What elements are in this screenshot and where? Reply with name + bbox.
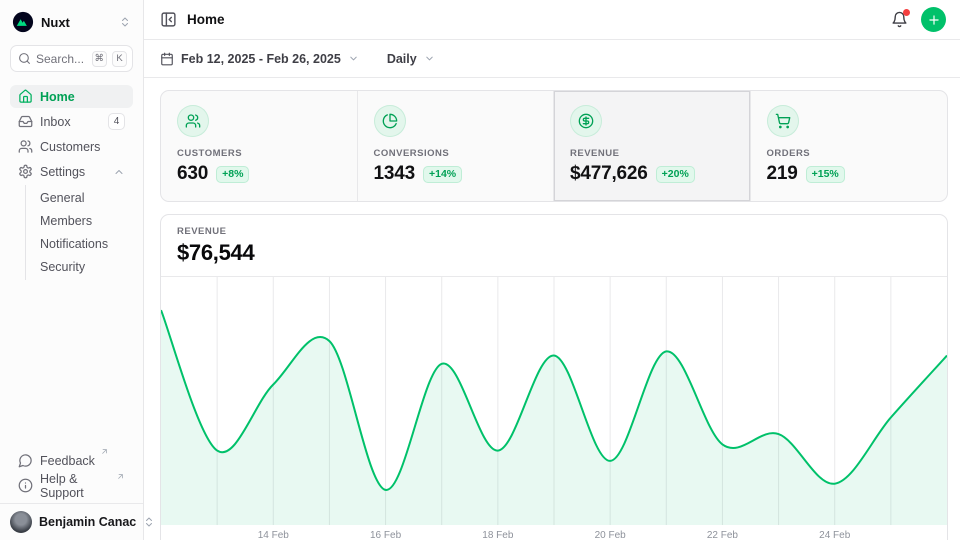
info-circle-icon: [18, 478, 33, 493]
sidebar-item-customers[interactable]: Customers: [10, 135, 133, 158]
page-title: Home: [187, 12, 225, 27]
x-axis-label: 18 Feb: [482, 530, 513, 540]
stat-value: 219: [767, 163, 798, 185]
sidebar-item-members[interactable]: Members: [26, 210, 133, 232]
chart-title: REVENUE: [177, 226, 931, 237]
chevron-down-icon: [348, 53, 359, 64]
chart-x-axis: 14 Feb 16 Feb 18 Feb 20 Feb 22 Feb 24 Feb: [161, 525, 947, 540]
settings-submenu: General Members Notifications Security: [25, 185, 133, 280]
home-icon: [18, 89, 33, 104]
x-axis-label: 16 Feb: [370, 530, 401, 540]
workspace-name: Nuxt: [41, 15, 70, 30]
date-range-value: Feb 12, 2025 - Feb 26, 2025: [181, 52, 341, 66]
sidebar-item-label: Settings: [40, 165, 85, 179]
kbd-cmd: ⌘: [92, 51, 108, 67]
x-axis-label: 14 Feb: [258, 530, 289, 540]
kbd-k: K: [112, 51, 127, 67]
sidebar-item-label: Inbox: [40, 115, 71, 129]
period-select[interactable]: Daily: [387, 52, 435, 66]
sidebar-item-feedback[interactable]: Feedback: [10, 449, 133, 472]
stat-delta-badge: +20%: [656, 166, 695, 183]
dashboard-content: CUSTOMERS 630 +8% CONVERSIONS 1343 +14%: [144, 78, 960, 540]
stat-value: $477,626: [570, 163, 648, 185]
shopping-cart-icon: [767, 105, 799, 137]
sidebar-item-settings[interactable]: Settings: [10, 160, 133, 183]
inbox-icon: [18, 114, 33, 129]
stat-label: CUSTOMERS: [177, 148, 341, 159]
stat-card-customers[interactable]: CUSTOMERS 630 +8%: [161, 91, 358, 201]
stat-delta-badge: +15%: [806, 166, 845, 183]
notification-dot: [903, 9, 910, 16]
sidebar-item-label: Feedback: [40, 454, 95, 468]
revenue-area-chart: [161, 277, 947, 525]
sidebar-item-label: Customers: [40, 140, 100, 154]
chart-canvas: [161, 277, 947, 525]
sidebar-item-label: Help & Support: [40, 472, 111, 500]
filters-toolbar: Feb 12, 2025 - Feb 26, 2025 Daily: [144, 40, 960, 78]
stat-label: CONVERSIONS: [374, 148, 538, 159]
sidebar-item-inbox[interactable]: Inbox 4: [10, 110, 133, 133]
sidebar-item-general[interactable]: General: [26, 187, 133, 209]
calendar-icon: [160, 52, 174, 66]
user-menu[interactable]: Benjamin Canac: [0, 503, 143, 540]
stats-row: CUSTOMERS 630 +8% CONVERSIONS 1343 +14%: [160, 90, 948, 202]
external-link-icon: [100, 447, 109, 456]
stat-value: 630: [177, 163, 208, 185]
avatar: [10, 511, 32, 533]
circle-dollar-icon: [570, 105, 602, 137]
sidebar: Nuxt ⌘ K Home: [0, 0, 144, 540]
page-header: Home: [144, 0, 960, 40]
workspace-switcher[interactable]: Nuxt: [10, 8, 133, 36]
external-link-icon: [116, 472, 125, 481]
users-icon: [177, 105, 209, 137]
x-axis-label: 22 Feb: [707, 530, 738, 540]
stat-card-conversions[interactable]: CONVERSIONS 1343 +14%: [358, 91, 555, 201]
chevron-down-icon: [424, 53, 435, 64]
add-button[interactable]: [921, 7, 946, 32]
stat-delta-badge: +14%: [423, 166, 462, 183]
collapse-sidebar-button[interactable]: [160, 11, 177, 28]
gear-icon: [18, 164, 33, 179]
search-input[interactable]: [36, 52, 87, 66]
app-window: Nuxt ⌘ K Home: [0, 0, 960, 540]
users-icon: [18, 139, 33, 154]
stat-card-orders[interactable]: ORDERS 219 +15%: [751, 91, 948, 201]
sidebar-item-notifications[interactable]: Notifications: [26, 233, 133, 255]
revenue-chart-card: REVENUE $76,544 14 Feb 16 Feb 18 Feb 20 Feb…: [160, 214, 948, 540]
sidebar-nav: Home Inbox 4 Customers: [10, 85, 133, 280]
sidebar-item-help-support[interactable]: Help & Support: [10, 474, 133, 497]
stat-card-revenue[interactable]: REVENUE $477,626 +20%: [554, 91, 751, 201]
x-axis-label: 20 Feb: [595, 530, 626, 540]
inbox-count-badge: 4: [108, 113, 125, 130]
chart-current-value: $76,544: [177, 240, 931, 266]
chevron-up-icon: [113, 166, 125, 178]
notifications-button[interactable]: [891, 11, 908, 28]
stat-label: ORDERS: [767, 148, 932, 159]
nuxt-logo-icon: [12, 11, 34, 33]
stat-delta-badge: +8%: [216, 166, 249, 183]
plus-icon: [927, 13, 941, 27]
date-range-picker[interactable]: Feb 12, 2025 - Feb 26, 2025: [160, 52, 359, 66]
main-area: Home Feb 12, 2025 - Feb 26, 2025: [144, 0, 960, 540]
x-axis-label: 24 Feb: [819, 530, 850, 540]
chart-header: REVENUE $76,544: [161, 215, 947, 277]
period-value: Daily: [387, 52, 417, 66]
user-name: Benjamin Canac: [39, 515, 136, 529]
sidebar-item-home[interactable]: Home: [10, 85, 133, 108]
sidebar-item-label: Home: [40, 90, 75, 104]
stat-value: 1343: [374, 163, 415, 185]
sidebar-footer: Feedback Help & Support: [10, 449, 133, 497]
pie-chart-icon: [374, 105, 406, 137]
sidebar-item-security[interactable]: Security: [26, 256, 133, 278]
search-box: ⌘ K: [10, 45, 133, 72]
stat-label: REVENUE: [570, 148, 734, 159]
chevrons-up-down-icon: [119, 16, 131, 28]
message-circle-icon: [18, 453, 33, 468]
search-icon: [18, 52, 31, 65]
